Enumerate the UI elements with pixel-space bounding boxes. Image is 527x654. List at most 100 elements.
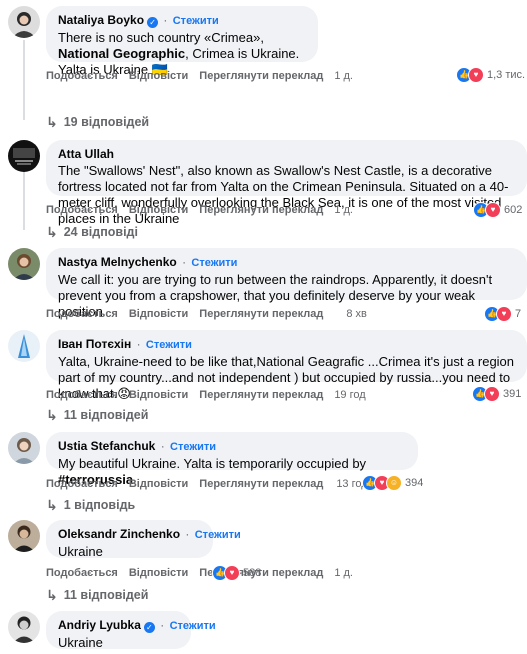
reactions-summary[interactable]: 👍 ♥ 7 bbox=[484, 306, 521, 322]
separator: · bbox=[163, 13, 168, 27]
reply-arrow-icon: ↳ bbox=[46, 114, 58, 130]
author-name[interactable]: Nastya Melnychenko bbox=[58, 255, 177, 269]
reply-button[interactable]: Відповісти bbox=[129, 478, 188, 490]
follow-button[interactable]: Стежити bbox=[195, 529, 241, 541]
comment-bubble: Andriy Lyubka ✓ · Стежити Ukraine bbox=[46, 611, 216, 650]
love-reaction-icon: ♥ bbox=[468, 67, 484, 83]
comment: Nataliya Boyko ✓ · Стежити There is no su… bbox=[8, 6, 523, 116]
reply-arrow-icon: ↳ bbox=[46, 587, 58, 603]
care-reaction-icon: ☺ bbox=[386, 475, 402, 491]
reply-arrow-icon: ↳ bbox=[46, 407, 58, 423]
comment-actions: Подобається Відповісти Переглянути перекла… bbox=[46, 388, 366, 402]
follow-button[interactable]: Стежити bbox=[146, 339, 192, 351]
comment-text: The "Swallows' Nest", also known as Swal… bbox=[58, 163, 509, 226]
comment: Ustia Stefanchuk · Стежити My beautiful … bbox=[8, 432, 523, 487]
follow-button[interactable]: Стежити bbox=[170, 620, 216, 632]
reply-arrow-icon: ↳ bbox=[46, 497, 58, 513]
view-replies-button[interactable]: ↳ 11 відповідей bbox=[46, 587, 148, 603]
reaction-count: 394 bbox=[405, 477, 424, 489]
reactions-summary[interactable]: 👍 ♥ 1,3 тис. bbox=[456, 67, 525, 83]
separator: · bbox=[136, 337, 141, 351]
timestamp[interactable]: 19 год bbox=[334, 389, 365, 401]
like-button[interactable]: Подобається bbox=[46, 478, 118, 490]
comment-bubble: Oleksandr Zinchenko · Стежити Ukraine bbox=[46, 520, 241, 559]
comment-bubble: Nastya Melnychenko · Стежити We call it:… bbox=[46, 248, 527, 319]
love-reaction-icon: ♥ bbox=[484, 386, 500, 402]
verified-badge-icon: ✓ bbox=[143, 622, 155, 633]
separator: · bbox=[160, 618, 165, 632]
separator: · bbox=[185, 527, 190, 541]
comment-bubble: Nataliya Boyko ✓ · Стежити There is no su… bbox=[46, 6, 318, 77]
follow-button[interactable]: Стежити bbox=[173, 15, 219, 27]
like-button[interactable]: Подобається bbox=[46, 204, 118, 216]
comment-text: Ukraine bbox=[58, 635, 103, 650]
author-name[interactable]: Oleksandr Zinchenko bbox=[58, 527, 180, 541]
avatar[interactable] bbox=[8, 330, 40, 362]
author-name[interactable]: Іван Потєхін bbox=[58, 337, 131, 351]
timestamp[interactable]: 1 д. bbox=[334, 70, 353, 82]
translate-button[interactable]: Переглянути переклад bbox=[199, 308, 323, 320]
like-button[interactable]: Подобається bbox=[46, 389, 118, 401]
reactions-summary[interactable]: 👍 ♥ 602 bbox=[473, 202, 522, 218]
verified-badge-icon: ✓ bbox=[147, 17, 159, 28]
comment-bubble: Atta Ullah The "Swallows' Nest", also kn… bbox=[46, 140, 527, 226]
author-name[interactable]: Nataliya Boyko bbox=[58, 13, 144, 27]
timestamp[interactable]: 1 д. bbox=[334, 204, 353, 216]
like-button[interactable]: Подобається bbox=[46, 308, 118, 320]
avatar[interactable] bbox=[8, 520, 40, 552]
view-replies-button[interactable]: ↳ 24 відповіді bbox=[46, 224, 138, 240]
comment: Atta Ullah The "Swallows' Nest", also kn… bbox=[8, 140, 527, 226]
reaction-count: 602 bbox=[504, 204, 523, 216]
comment: Andriy Lyubka ✓ · Стежити Ukraine bbox=[8, 611, 523, 651]
translate-button[interactable]: Переглянути переклад bbox=[199, 478, 323, 490]
translate-button[interactable]: Переглянути переклад bbox=[199, 204, 323, 216]
comment-actions: Подобається Відповісти Переглянути перекла… bbox=[46, 477, 368, 491]
avatar[interactable] bbox=[8, 432, 40, 464]
reply-button[interactable]: Відповісти bbox=[129, 389, 188, 401]
translate-button[interactable]: Переглянути переклад bbox=[199, 70, 323, 82]
avatar[interactable] bbox=[8, 6, 40, 38]
comment-actions: Подобається Відповісти Переглянути перекла… bbox=[46, 203, 353, 217]
view-replies-button[interactable]: ↳ 11 відповідей bbox=[46, 407, 148, 423]
comment-actions: Подобається Відповісти Переглянути перекла… bbox=[46, 566, 353, 580]
separator: · bbox=[160, 439, 165, 453]
avatar[interactable] bbox=[8, 611, 40, 643]
view-replies-button[interactable]: ↳ 19 відповідей bbox=[46, 114, 149, 130]
love-reaction-icon: ♥ bbox=[224, 565, 240, 581]
follow-button[interactable]: Стежити bbox=[170, 441, 216, 453]
reaction-count: 588 bbox=[243, 567, 262, 579]
avatar[interactable] bbox=[8, 140, 40, 172]
comment-bubble: Ustia Stefanchuk · Стежити My beautiful … bbox=[46, 432, 418, 487]
comment: Іван Потєхін · Стежити Yalta, Ukraine-ne… bbox=[8, 330, 527, 401]
author-name[interactable]: Andriy Lyubka bbox=[58, 618, 141, 632]
translate-button[interactable]: Переглянути переклад bbox=[199, 389, 323, 401]
reply-button[interactable]: Відповісти bbox=[129, 204, 188, 216]
timestamp[interactable]: 1 д. bbox=[334, 567, 353, 579]
reaction-count: 1,3 тис. bbox=[487, 69, 526, 81]
comment-text: Ukraine bbox=[58, 544, 103, 559]
like-button[interactable]: Подобається bbox=[46, 567, 118, 579]
like-button[interactable]: Подобається bbox=[46, 70, 118, 82]
reply-button[interactable]: Відповісти bbox=[129, 308, 188, 320]
reply-button[interactable]: Відповісти bbox=[129, 70, 188, 82]
reactions-summary[interactable]: 👍 ♥ 588 bbox=[212, 565, 261, 581]
love-reaction-icon: ♥ bbox=[496, 306, 512, 322]
reaction-count: 7 bbox=[515, 308, 522, 320]
comment: Oleksandr Zinchenko · Стежити Ukraine bbox=[8, 520, 523, 560]
follow-button[interactable]: Стежити bbox=[191, 257, 237, 269]
comment-actions: Подобається Відповісти Переглянути перекла… bbox=[46, 307, 367, 321]
avatar[interactable] bbox=[8, 248, 40, 280]
comment-actions: Подобається Відповісти Переглянути перекла… bbox=[46, 69, 353, 83]
author-name[interactable]: Ustia Stefanchuk bbox=[58, 439, 155, 453]
reactions-summary[interactable]: 👍 ♥ 391 bbox=[472, 386, 521, 402]
reply-arrow-icon: ↳ bbox=[46, 224, 58, 240]
comment-bubble: Іван Потєхін · Стежити Yalta, Ukraine-ne… bbox=[46, 330, 527, 401]
reply-button[interactable]: Відповісти bbox=[129, 567, 188, 579]
reaction-count: 391 bbox=[503, 388, 522, 400]
author-name[interactable]: Atta Ullah bbox=[58, 147, 114, 161]
separator: · bbox=[182, 255, 187, 269]
view-replies-button[interactable]: ↳ 1 відповідь bbox=[46, 497, 135, 513]
timestamp[interactable]: 8 хв bbox=[346, 308, 367, 320]
reactions-summary[interactable]: 👍 ♥ ☺ 394 bbox=[362, 475, 423, 491]
love-reaction-icon: ♥ bbox=[485, 202, 501, 218]
